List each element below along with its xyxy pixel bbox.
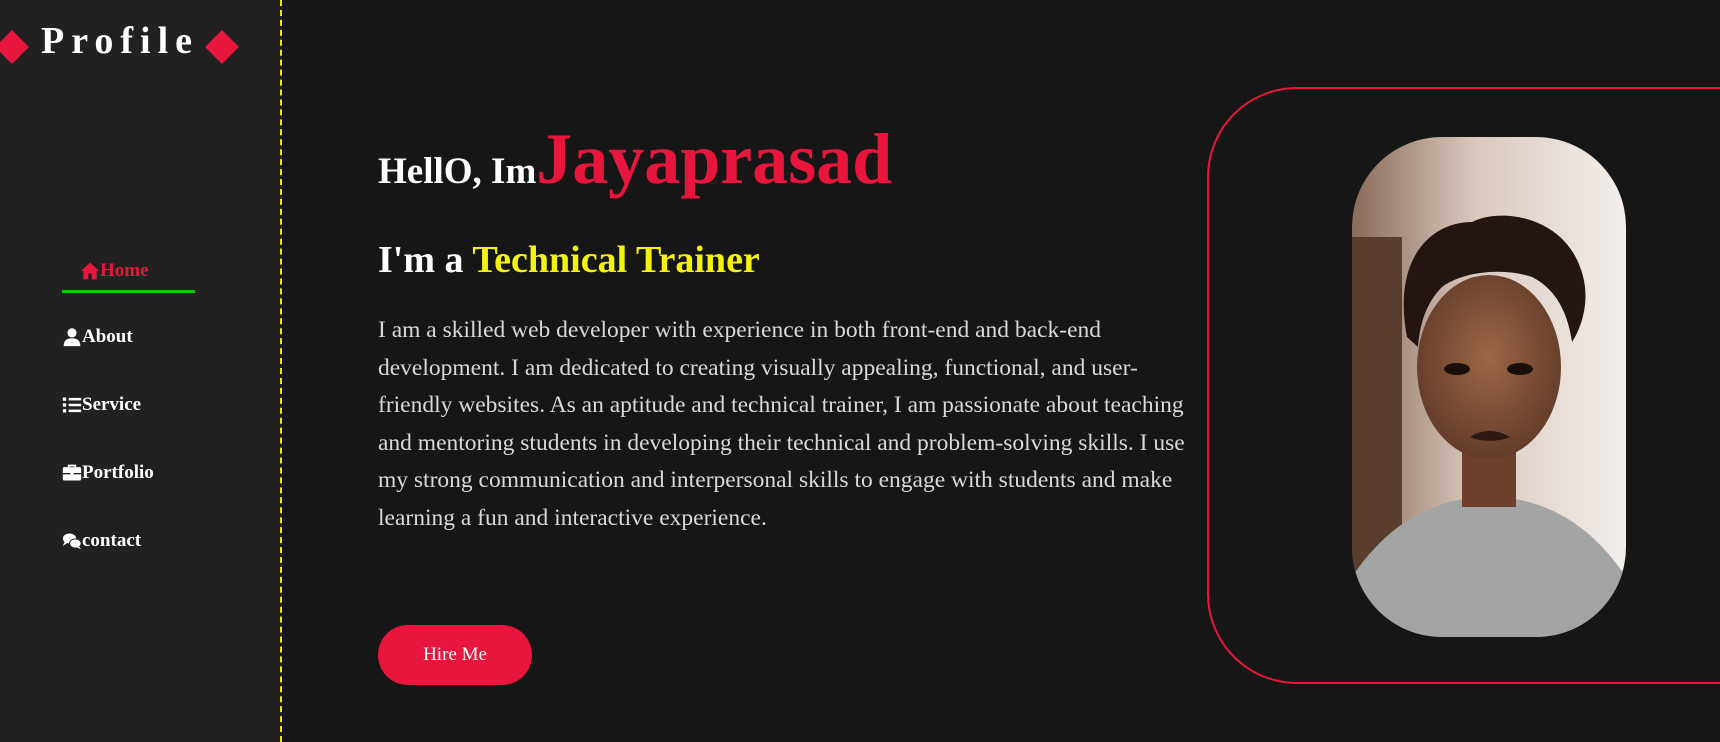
nav-item-label: Service [82,394,142,415]
nav-item-contact[interactable]: contact [62,525,222,557]
diamond-right-icon [205,30,239,64]
nav-item-label: contact [82,530,142,551]
role-heading: I'm a Technical Trainer [378,238,760,282]
nav-item-label: Portfolio [82,462,154,483]
comments-icon [62,531,82,551]
role-title: Technical Trainer [472,239,760,281]
home-icon [80,261,100,281]
hire-me-button[interactable]: Hire Me [378,625,532,685]
greeting: HellO, ImJayaprasad [378,118,892,201]
nav-item-home[interactable]: Home [62,252,195,293]
user-icon [62,327,82,347]
nav-item-label: Home [100,260,149,281]
greeting-name: Jayaprasad [536,119,893,199]
logo-text: Profile [41,20,200,62]
briefcase-icon [62,463,82,483]
hero-section: HellO, ImJayaprasad I'm a Technical Trai… [378,0,1198,742]
bio-text: I am a skilled web developer with experi… [378,317,1185,531]
logo: Profile [0,18,282,78]
nav-item-service[interactable]: Service [62,389,222,421]
role-prefix: I'm a [378,239,473,281]
greeting-prefix: HellO, Im [378,151,537,192]
nav-item-label: About [82,326,133,347]
profile-photo [1352,137,1626,637]
sidebar-nav: Home About Service Portfolio contact [62,258,222,593]
nav-item-portfolio[interactable]: Portfolio [62,457,222,489]
nav-item-about[interactable]: About [62,321,222,353]
diamond-left-icon [0,30,29,64]
list-icon [62,395,82,415]
sidebar: Profile Home About Service Portfolio con… [0,0,282,742]
page: Profile Home About Service Portfolio con… [0,0,1720,742]
